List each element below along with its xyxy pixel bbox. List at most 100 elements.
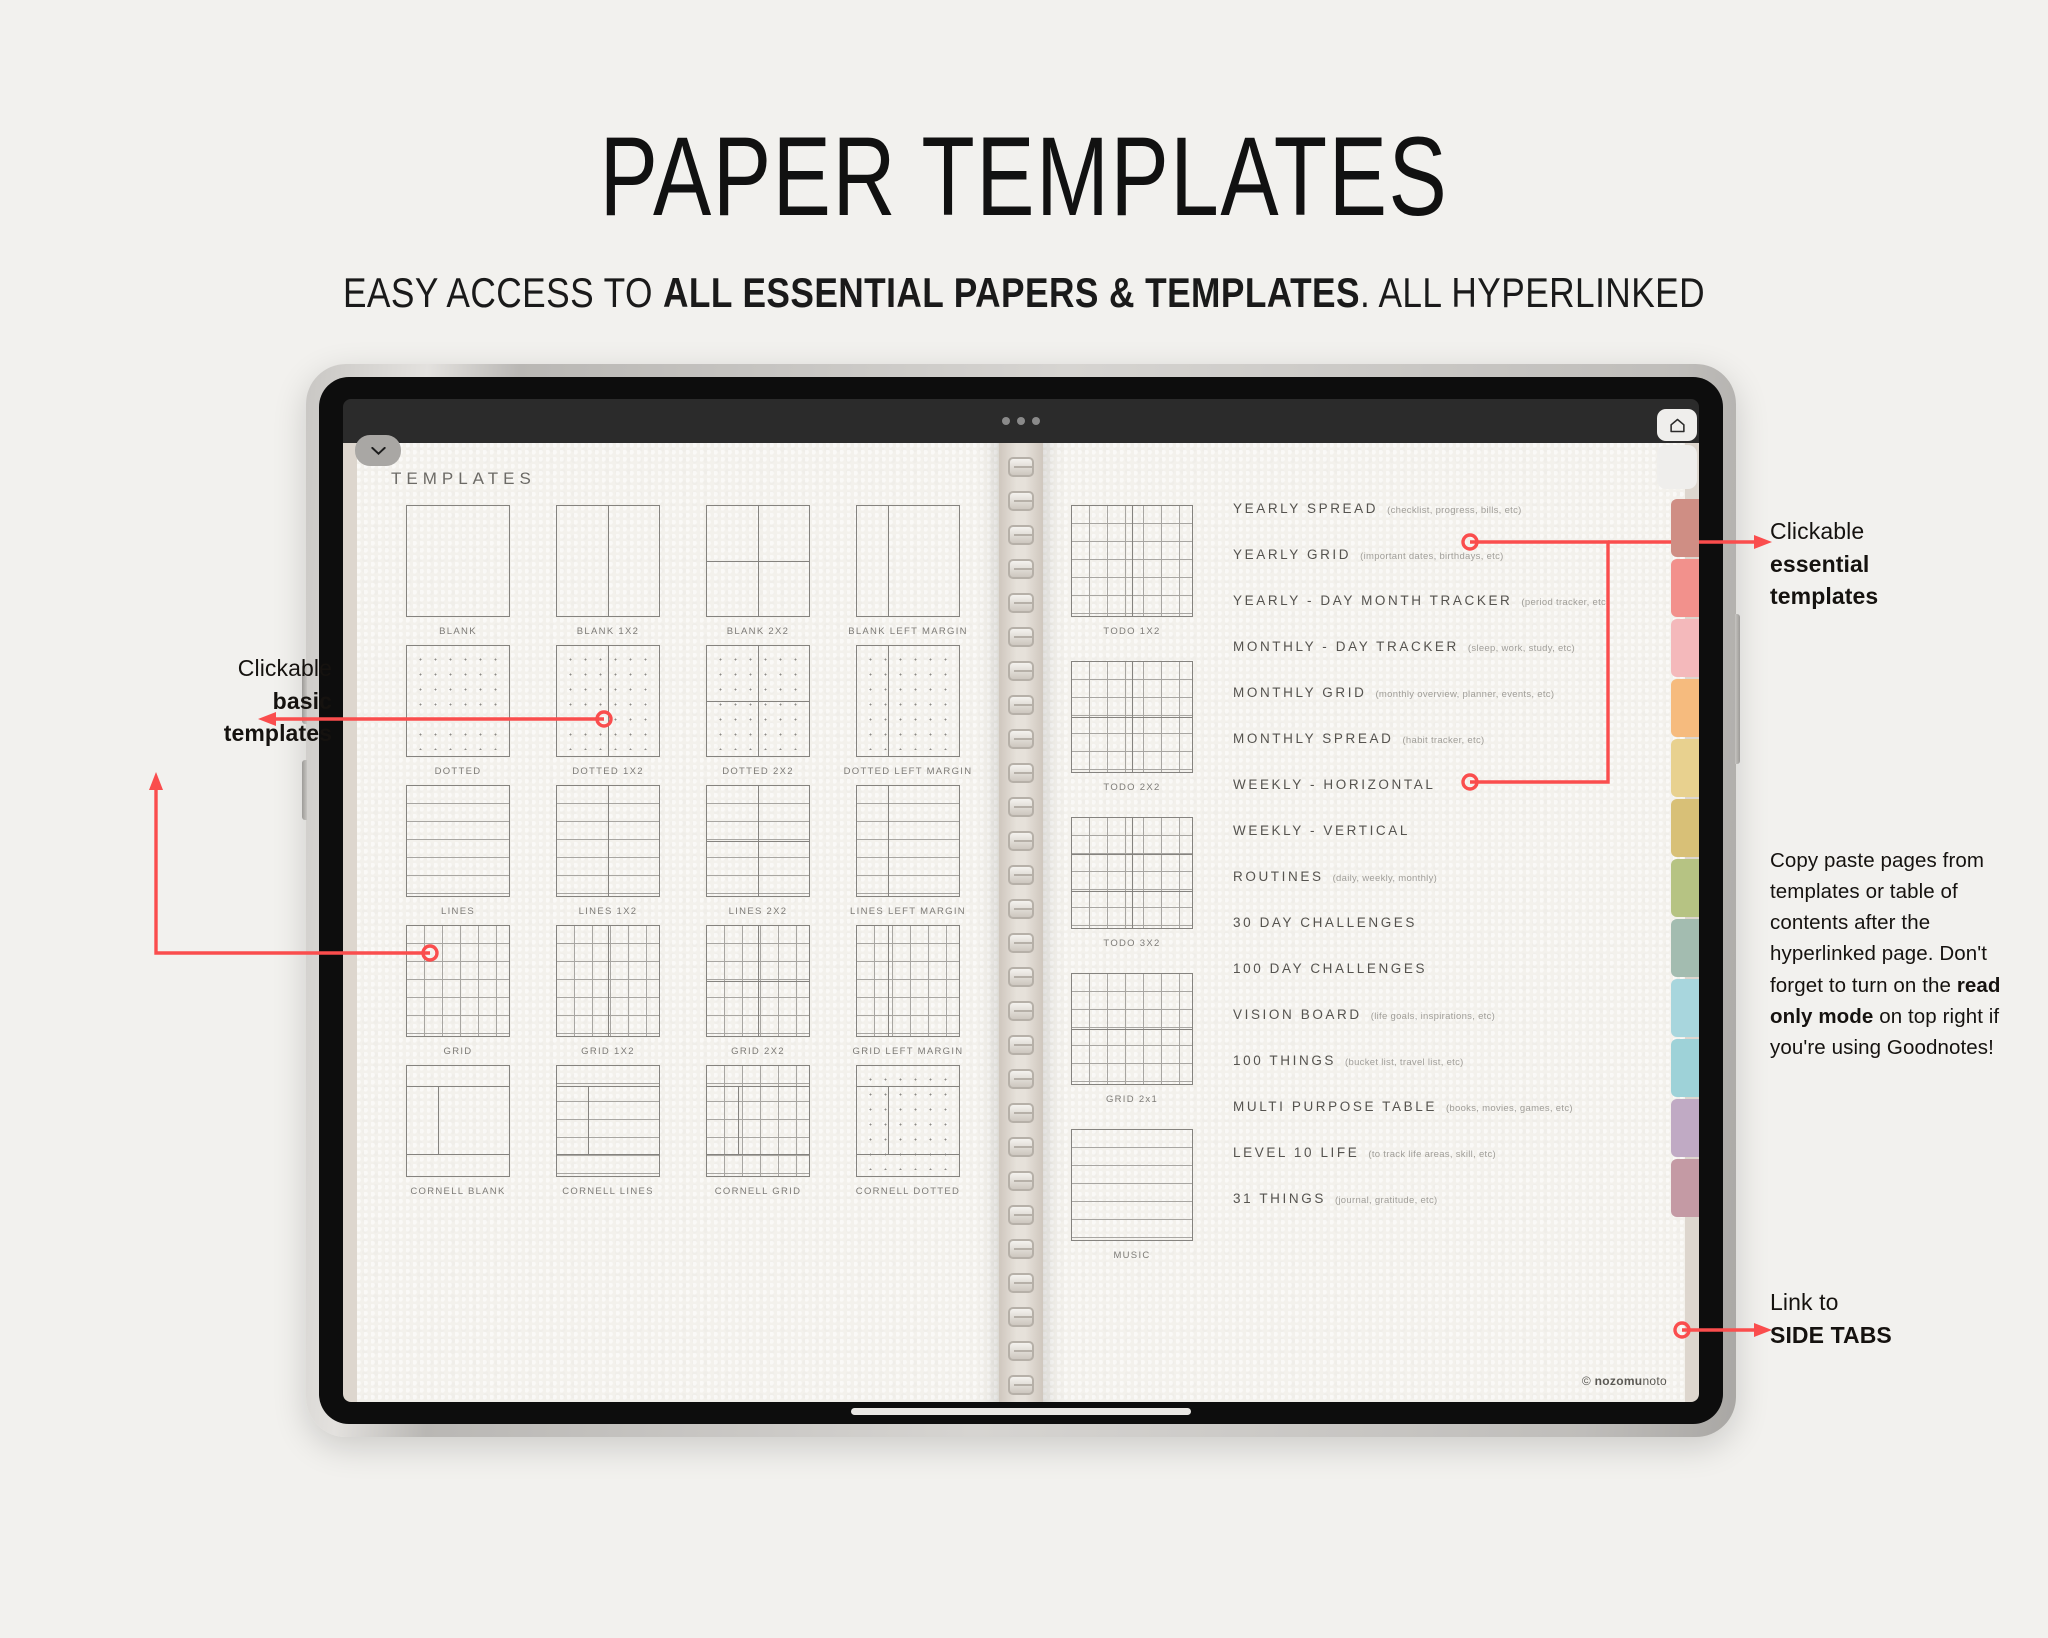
essential-template-link[interactable]: MONTHLY SPREAD (habit tracker, etc) xyxy=(1233,731,1673,777)
template-thumbnail[interactable] xyxy=(856,925,960,1037)
essential-template-link[interactable]: VISION BOARD (life goals, inspirations, e… xyxy=(1233,1007,1673,1053)
template-thumbnail-item[interactable]: DOTTED LEFT MARGIN xyxy=(833,645,983,777)
essential-template-note: (monthly overview, planner, events, etc) xyxy=(1375,689,1555,700)
side-tab[interactable] xyxy=(1671,559,1699,617)
essential-template-note: (books, movies, games, etc) xyxy=(1445,1103,1573,1114)
chevron-down-icon[interactable] xyxy=(355,435,401,466)
template-thumbnail[interactable] xyxy=(856,645,960,757)
template-thumbnail-item[interactable]: CORNELL LINES xyxy=(533,1065,683,1197)
template-thumbnail-item[interactable]: LINES LEFT MARGIN xyxy=(833,785,983,917)
cornell-cue-rule xyxy=(737,1085,739,1154)
template-thumbnail-item[interactable]: CORNELL BLANK xyxy=(383,1065,533,1197)
right-thumbnail[interactable] xyxy=(1071,1129,1193,1241)
template-thumbnail[interactable] xyxy=(856,505,960,617)
side-tab[interactable] xyxy=(1671,1159,1699,1217)
essential-template-link[interactable]: 100 THINGS (bucket list, travel list, etc… xyxy=(1233,1053,1673,1099)
side-tabs[interactable] xyxy=(1671,499,1699,1217)
template-thumbnail-item[interactable]: LINES 2X2 xyxy=(683,785,833,917)
right-thumbnail[interactable] xyxy=(1071,505,1193,617)
essential-template-link[interactable]: YEARLY SPREAD (checklist, progress, bills… xyxy=(1233,501,1673,547)
spiral-ring xyxy=(1008,491,1034,511)
spiral-ring xyxy=(1008,695,1034,715)
template-thumbnail[interactable] xyxy=(406,1065,510,1177)
template-thumbnail-item[interactable]: BLANK xyxy=(383,505,533,637)
essential-template-link[interactable]: WEEKLY - HORIZONTAL xyxy=(1233,777,1673,823)
essential-template-link[interactable]: MONTHLY GRID (monthly overview, planner, … xyxy=(1233,685,1673,731)
right-thumbnail-item[interactable]: TODO 3X2 xyxy=(1071,817,1193,949)
essential-template-link[interactable]: YEARLY GRID (important dates, birthdays, … xyxy=(1233,547,1673,593)
side-tab[interactable] xyxy=(1671,499,1699,557)
template-thumbnail[interactable] xyxy=(556,925,660,1037)
template-thumbnail-item[interactable]: CORNELL DOTTED xyxy=(833,1065,983,1197)
side-tab[interactable] xyxy=(1671,1099,1699,1157)
right-thumbnail-item[interactable]: TODO 1X2 xyxy=(1071,505,1193,637)
template-thumbnail-item[interactable]: DOTTED 2X2 xyxy=(683,645,833,777)
template-thumbnail-item[interactable]: BLANK 2X2 xyxy=(683,505,833,637)
template-thumbnail[interactable] xyxy=(706,925,810,1037)
side-tab[interactable] xyxy=(1671,679,1699,737)
cornell-top-rule xyxy=(557,1085,659,1087)
templates-heading: TEMPLATES xyxy=(391,469,536,488)
essential-template-link[interactable]: 100 DAY CHALLENGES xyxy=(1233,961,1673,1007)
side-tab[interactable] xyxy=(1671,1039,1699,1097)
tablet-screen: TEMPLATES BLANK BLANK 1X2 BLANK 2X2 BLANK L… xyxy=(343,399,1699,1402)
right-thumbnail-item[interactable]: MUSIC xyxy=(1071,1129,1193,1261)
template-thumbnail-item[interactable]: GRID 2X2 xyxy=(683,925,833,1057)
template-thumbnail[interactable] xyxy=(556,785,660,897)
essential-template-link[interactable]: LEVEL 10 LIFE (to track life areas, skill… xyxy=(1233,1145,1673,1191)
template-thumbnail[interactable] xyxy=(406,925,510,1037)
essential-template-name: WEEKLY - HORIZONTAL xyxy=(1233,777,1436,792)
side-tab[interactable] xyxy=(1671,799,1699,857)
template-thumbnail[interactable] xyxy=(406,505,510,617)
right-thumbnail-item[interactable]: TODO 2X2 xyxy=(1071,661,1193,793)
template-thumbnail-item[interactable]: LINES 1X2 xyxy=(533,785,683,917)
home-indicator[interactable] xyxy=(851,1408,1191,1415)
template-thumbnail[interactable] xyxy=(706,785,810,897)
template-thumbnail[interactable] xyxy=(706,1065,810,1177)
template-thumbnail[interactable] xyxy=(706,645,810,757)
essential-template-link[interactable]: WEEKLY - VERTICAL xyxy=(1233,823,1673,869)
template-thumbnail[interactable] xyxy=(706,505,810,617)
toolbar-secondary-button[interactable] xyxy=(1657,445,1697,489)
side-tab[interactable] xyxy=(1671,619,1699,677)
spiral-rings xyxy=(999,449,1043,1402)
essential-template-link[interactable]: MULTI PURPOSE TABLE (books, movies, games… xyxy=(1233,1099,1673,1145)
right-thumbnail-item[interactable]: GRID 2x1 xyxy=(1071,973,1193,1105)
home-icon[interactable] xyxy=(1657,409,1697,441)
dot-pattern xyxy=(413,652,503,750)
right-thumbnail[interactable] xyxy=(1071,973,1193,1085)
template-thumbnail-item[interactable]: LINES xyxy=(383,785,533,917)
template-thumbnail-item[interactable]: DOTTED xyxy=(383,645,533,777)
template-thumbnail[interactable] xyxy=(406,785,510,897)
template-thumbnail[interactable] xyxy=(556,645,660,757)
multitask-dots-icon[interactable] xyxy=(1002,417,1040,425)
side-tab[interactable] xyxy=(1671,859,1699,917)
essential-template-link[interactable]: YEARLY - DAY MONTH TRACKER (period tracke… xyxy=(1233,593,1673,639)
essential-template-note: (journal, gratitude, etc) xyxy=(1334,1195,1438,1206)
right-thumbnail[interactable] xyxy=(1071,661,1193,773)
side-tab[interactable] xyxy=(1671,739,1699,797)
essential-template-link[interactable]: 31 THINGS (journal, gratitude, etc) xyxy=(1233,1191,1673,1237)
template-thumbnail[interactable] xyxy=(856,1065,960,1177)
template-thumbnail[interactable] xyxy=(556,505,660,617)
template-thumbnail-item[interactable]: GRID 1X2 xyxy=(533,925,683,1057)
spiral-ring xyxy=(1008,763,1034,783)
template-thumbnail-item[interactable]: GRID xyxy=(383,925,533,1057)
side-tab[interactable] xyxy=(1671,919,1699,977)
right-thumbnail[interactable] xyxy=(1071,817,1193,929)
essential-template-link[interactable]: MONTHLY - DAY TRACKER (sleep, work, study… xyxy=(1233,639,1673,685)
template-thumbnail-item[interactable]: BLANK LEFT MARGIN xyxy=(833,505,983,637)
notebook: TEMPLATES BLANK BLANK 1X2 BLANK 2X2 BLANK L… xyxy=(343,443,1699,1402)
template-thumbnail-item[interactable]: DOTTED 1X2 xyxy=(533,645,683,777)
template-thumbnail-item[interactable]: CORNELL GRID xyxy=(683,1065,833,1197)
template-thumbnail[interactable] xyxy=(856,785,960,897)
side-tab[interactable] xyxy=(1671,979,1699,1037)
template-thumbnail-item[interactable]: BLANK 1X2 xyxy=(533,505,683,637)
essential-template-link[interactable]: ROUTINES (daily, weekly, monthly) xyxy=(1233,869,1673,915)
template-thumbnail-item[interactable]: GRID LEFT MARGIN xyxy=(833,925,983,1057)
template-thumbnail[interactable] xyxy=(406,645,510,757)
volume-down-button[interactable] xyxy=(302,760,307,820)
essential-template-link[interactable]: 30 DAY CHALLENGES xyxy=(1233,915,1673,961)
template-thumbnail[interactable] xyxy=(556,1065,660,1177)
essential-template-name: MONTHLY - DAY TRACKER xyxy=(1233,639,1459,654)
